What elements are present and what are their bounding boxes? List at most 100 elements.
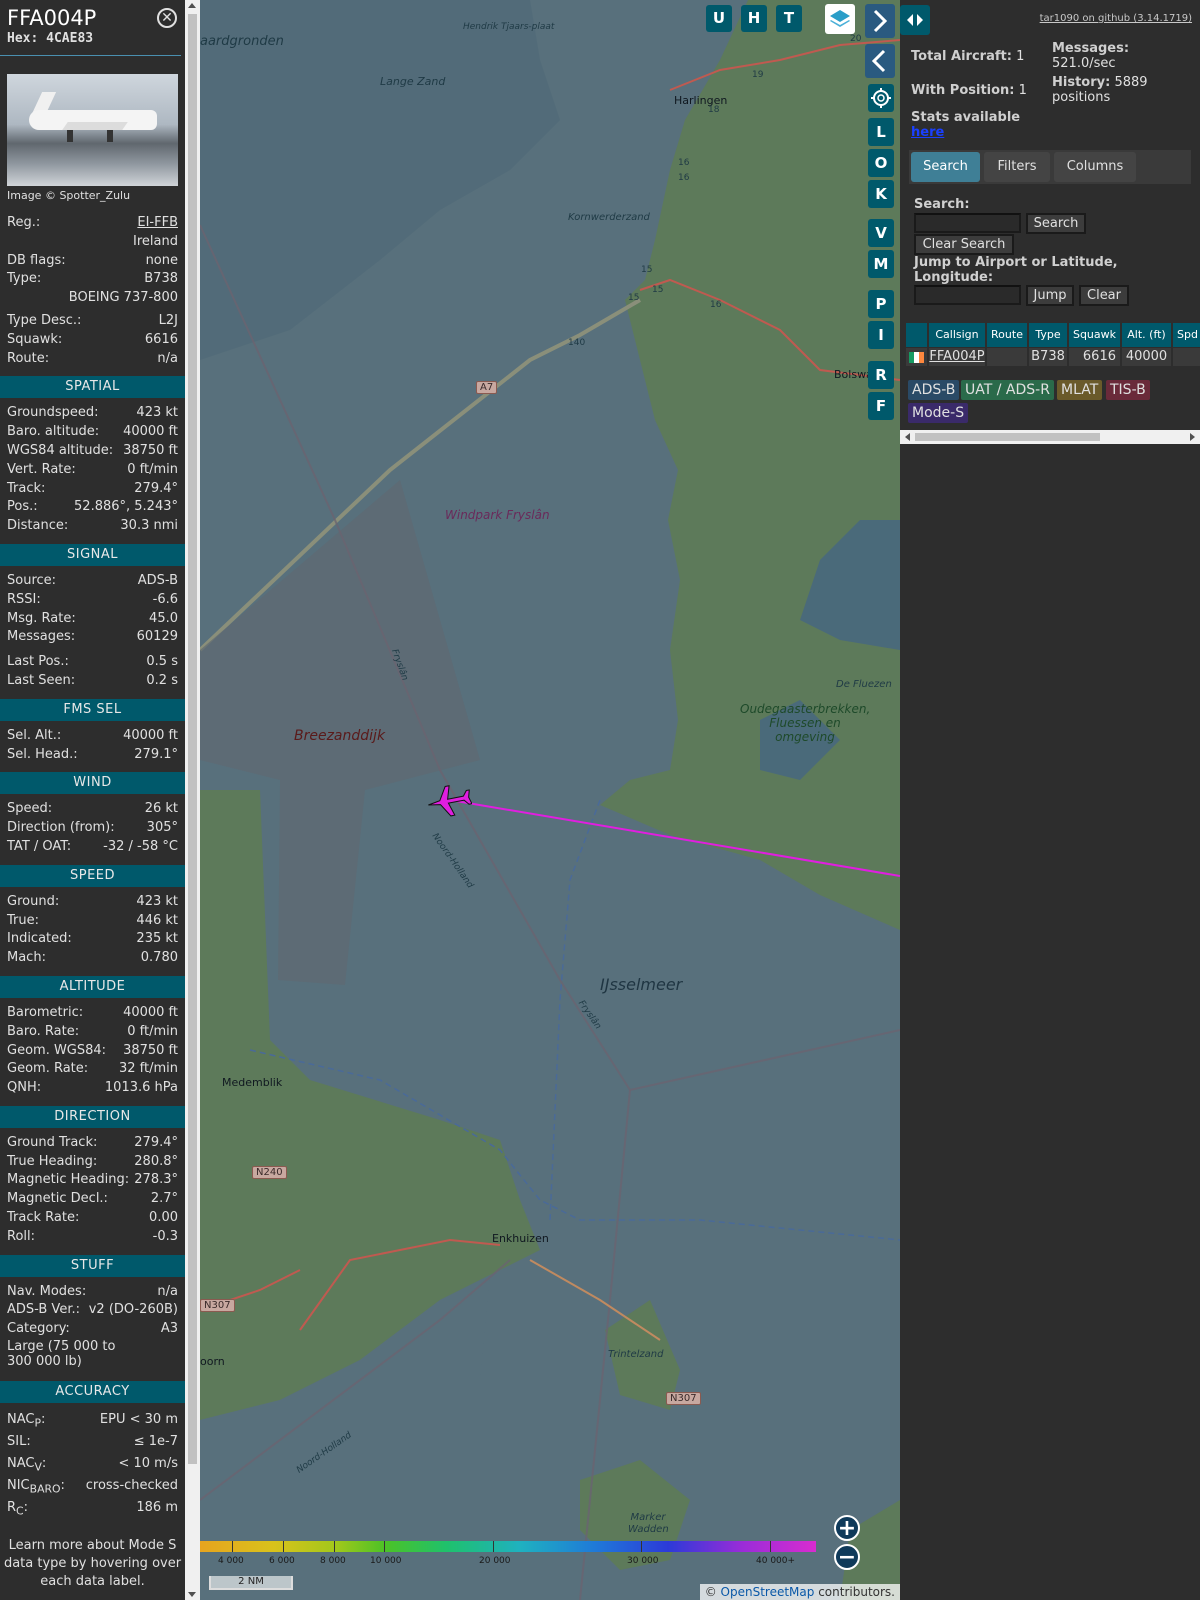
fms-value: 40000 ft	[123, 727, 178, 743]
type-label: Type:	[7, 271, 42, 287]
map-label: Trintelzand	[608, 1349, 664, 1360]
scroll-left-arrow[interactable]	[905, 433, 910, 441]
scrollbar-thumb[interactable]	[188, 14, 197, 1464]
button-v[interactable]: V	[868, 219, 894, 247]
scroll-down-arrow[interactable]	[188, 1592, 196, 1597]
aircraft-icon[interactable]	[426, 782, 472, 820]
search-input[interactable]	[914, 213, 1021, 233]
aircraft-callsign: FFA004P	[7, 6, 97, 30]
button-u[interactable]: U	[706, 5, 732, 32]
button-f[interactable]: F	[868, 392, 894, 420]
button-l[interactable]: L	[868, 118, 894, 146]
table-row-type[interactable]: B738	[1029, 348, 1068, 366]
fms-value: 279.1°	[134, 746, 178, 762]
direction-label: True Heading:	[7, 1153, 98, 1169]
direction-row: Magnetic Heading: 278.3°	[0, 1171, 185, 1190]
table-header-callsign[interactable]: Callsign	[929, 323, 986, 347]
table-row-route[interactable]	[987, 348, 1028, 366]
map-label: Hendrik Tjaars-plaat	[463, 22, 555, 32]
direction-value: 279.4°	[134, 1134, 178, 1150]
table-row-alt[interactable]: 40000	[1122, 348, 1172, 366]
tab-search[interactable]: Search	[911, 152, 980, 182]
signal-row: RSSI: -6.6	[0, 591, 185, 610]
table-horizontal-scrollbar[interactable]	[900, 430, 1200, 444]
button-p[interactable]: P	[868, 290, 894, 318]
road-number: 19	[752, 70, 764, 80]
dbflags-row: DB flags: none	[0, 252, 185, 271]
messages-rate: Messages: 521.0/sec	[1052, 41, 1130, 71]
legend-tick-label: 4 000	[218, 1556, 244, 1566]
button-m[interactable]: M	[868, 250, 894, 278]
table-row-squawk[interactable]: 6616	[1069, 348, 1121, 366]
signal-list: Source: ADS-B RSSI: -6.6 Msg. Rate: 45.0 Messa…	[0, 572, 185, 691]
altitude-label: QNH:	[7, 1080, 42, 1096]
speed-row: Indicated: 235 kt	[0, 930, 185, 949]
signal-label: Source:	[7, 572, 57, 588]
direction-value: 0.00	[149, 1210, 178, 1226]
map-label: Oudegaasterbrekken, Fluessen en omgeving	[740, 702, 871, 744]
spatial-value: 30.3 nmi	[120, 518, 178, 534]
close-icon[interactable]: ✕	[157, 8, 177, 28]
table-header-type[interactable]: Type	[1029, 323, 1068, 347]
scroll-right-arrow[interactable]	[1190, 433, 1195, 441]
tab-columns[interactable]: Columns	[1054, 152, 1136, 182]
table-header-alt[interactable]: Alt. (ft)	[1122, 323, 1172, 347]
altitude-label: Geom. WGS84:	[7, 1042, 107, 1058]
fms-list: Sel. Alt.: 40000 ft Sel. Head.: 279.1°	[0, 727, 185, 765]
aircraft-photo[interactable]	[7, 74, 178, 186]
button-r[interactable]: R	[868, 361, 894, 389]
layers-icon[interactable]	[825, 4, 855, 34]
altitude-row: QNH: 1013.6 hPa	[0, 1079, 185, 1098]
button-k[interactable]: K	[868, 180, 894, 208]
reg-row: Reg.: EI-FFB	[0, 214, 185, 233]
button-i[interactable]: I	[868, 321, 894, 349]
road-number: 15	[652, 285, 664, 295]
section-fms: FMS SEL	[0, 698, 185, 721]
wind-row: Speed: 26 kt	[0, 800, 185, 819]
spatial-label: Distance:	[7, 518, 69, 534]
table-header-route[interactable]: Route	[987, 323, 1028, 347]
expand-right-icon[interactable]	[865, 4, 895, 38]
source-tag: ADS-B	[908, 380, 960, 400]
signal-row: Messages: 60129	[0, 628, 185, 647]
left-panel-scrollbar[interactable]	[185, 0, 200, 1600]
table-row-spd[interactable]	[1173, 348, 1200, 366]
zoom-in-icon[interactable]: +	[834, 1515, 860, 1541]
scale-bar: 2 NM	[209, 1576, 293, 1590]
registration-link[interactable]: EI-FFB	[137, 214, 178, 233]
map-view[interactable]: aardgronden Hendrik Tjaars-plaat Lange Z…	[200, 0, 900, 1600]
search-button[interactable]: Search	[1026, 213, 1086, 234]
tab-filters[interactable]: Filters	[984, 152, 1050, 182]
table-row-flag[interactable]	[906, 348, 928, 366]
map-label-town: Enkhuizen	[492, 1232, 549, 1245]
signal-value: -6.6	[152, 591, 178, 607]
scroll-up-arrow[interactable]	[188, 3, 196, 8]
typedesc-value: L2J	[158, 312, 178, 328]
table-header-spd[interactable]: Spd	[1173, 323, 1200, 347]
stats-available: Stats available here	[911, 110, 1021, 140]
jump-input[interactable]	[914, 285, 1021, 305]
legend-tick-label: 20 000	[479, 1556, 511, 1566]
jump-button[interactable]: Jump	[1026, 285, 1074, 306]
button-t[interactable]: T	[776, 5, 802, 32]
legend-tick-label: 6 000	[269, 1556, 295, 1566]
clear-search-button[interactable]: Clear Search	[914, 234, 1014, 255]
navmodes-value: n/a	[157, 1283, 178, 1299]
collapse-left-icon[interactable]	[865, 44, 895, 78]
zoom-out-icon[interactable]: −	[834, 1544, 860, 1570]
legend-tick-label: 8 000	[320, 1556, 346, 1566]
clear-button[interactable]: Clear	[1079, 285, 1129, 306]
button-h[interactable]: H	[741, 5, 767, 32]
horizontal-scrollbar-thumb[interactable]	[915, 433, 1100, 441]
osm-link[interactable]: OpenStreetMap	[721, 1585, 815, 1599]
section-stuff: STUFF	[0, 1254, 185, 1277]
settings-gear-icon[interactable]	[868, 84, 894, 112]
github-link[interactable]: tar1090 on github (3.14.1719)	[1040, 13, 1192, 24]
section-speed: SPEED	[0, 864, 185, 887]
table-row-callsign[interactable]: FFA004P	[929, 348, 986, 366]
table-header-squawk[interactable]: Squawk	[1069, 323, 1121, 347]
stats-here-link[interactable]: here	[911, 125, 944, 140]
adsbver-row: ADS-B Ver.: v2 (DO-260B)	[0, 1301, 185, 1320]
toggle-sidebar-icon[interactable]	[900, 5, 930, 35]
button-o[interactable]: O	[868, 149, 894, 177]
